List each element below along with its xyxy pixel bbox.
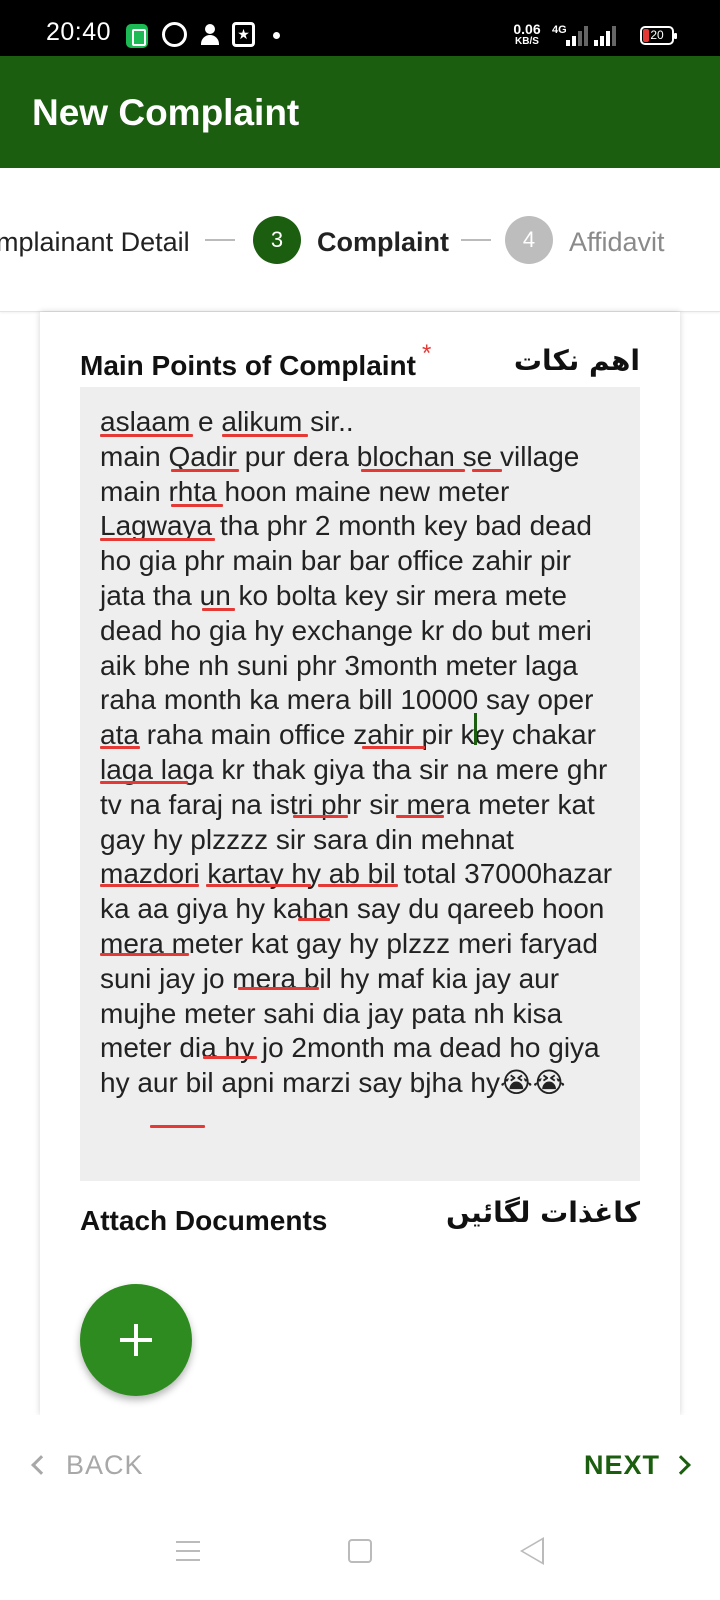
spellcheck-underline [293, 815, 348, 818]
signal-icon [566, 24, 592, 46]
whatsapp-icon [162, 22, 187, 47]
spellcheck-underline [171, 469, 239, 472]
network-speed-value: 0.06 [513, 21, 541, 37]
complaint-form-card: Main Points of Complaint * اھم نکات asla… [40, 312, 680, 1415]
back-label: BACK [66, 1449, 144, 1480]
main-points-label-urdu: اھم نکات [513, 344, 640, 377]
signal-icon [594, 24, 620, 46]
step-affidavit[interactable]: Affidavit [569, 227, 665, 258]
complaint-text-area[interactable]: aslaam e alikum sir.. main Qadir pur der… [80, 387, 640, 1181]
required-asterisk: * [422, 340, 432, 367]
spellcheck-underline [238, 987, 319, 990]
attach-documents-label-urdu: کاغذات لگائیں [445, 1196, 640, 1229]
network-speed: 0.06 KB/S [510, 22, 544, 47]
spellcheck-underline [206, 884, 311, 887]
next-button[interactable]: NEXT [584, 1445, 692, 1485]
battery-icon: 20 [640, 26, 677, 45]
step-complaint[interactable]: Complaint [317, 227, 449, 258]
step-3-circle[interactable]: 3 [253, 216, 301, 264]
step-connector [461, 239, 491, 241]
spellcheck-underline [100, 434, 193, 437]
spellcheck-underline [396, 815, 444, 818]
plus-icon [134, 1324, 138, 1356]
step-4-circle[interactable]: 4 [505, 216, 553, 264]
spellcheck-underline [361, 469, 465, 472]
chevron-right-icon [671, 1455, 691, 1475]
page-title: New Complaint [32, 92, 300, 133]
stepper[interactable]: mplainant Detail 3 Complaint 4 Affidavit [0, 168, 720, 312]
spellcheck-underline [100, 538, 215, 541]
spellcheck-underline [298, 918, 330, 921]
step-complainant-detail[interactable]: mplainant Detail [0, 227, 190, 258]
text-cursor [474, 713, 477, 745]
battery-level: 20 [650, 28, 664, 42]
attach-documents-label: Attach Documents [80, 1205, 328, 1236]
spellcheck-underline [171, 504, 223, 507]
home-icon[interactable] [348, 1539, 372, 1563]
message-icon [126, 24, 148, 48]
step-connector [205, 239, 235, 241]
app-bar: New Complaint [0, 56, 720, 168]
back-button[interactable]: BACK [28, 1445, 144, 1485]
spellcheck-underline [203, 1056, 257, 1059]
dot-icon [273, 32, 280, 39]
system-navigation-bar [0, 1515, 720, 1600]
network-speed-unit: KB/S [515, 36, 539, 47]
bottom-navigation: BACK NEXT [0, 1415, 720, 1515]
spellcheck-underline [362, 746, 425, 749]
add-user-icon [200, 22, 222, 48]
chevron-left-icon [31, 1455, 51, 1475]
spellcheck-underline [222, 434, 308, 437]
spellcheck-underline [472, 469, 502, 472]
status-time: 20:40 [46, 18, 112, 46]
status-bar: 20:40 ★ 0.06 KB/S 4G 20 [0, 0, 720, 56]
spellcheck-underline [202, 608, 235, 611]
spellcheck-underline [150, 1125, 205, 1128]
next-label: NEXT [583, 1449, 660, 1480]
menu-icon[interactable] [176, 1541, 200, 1561]
network-type: 4G [552, 24, 567, 36]
back-triangle-icon[interactable] [520, 1537, 544, 1565]
star-app-icon: ★ [232, 22, 255, 47]
add-document-button[interactable] [80, 1284, 192, 1396]
spellcheck-underline [100, 953, 189, 956]
spellcheck-underline [318, 884, 398, 887]
spellcheck-underline [100, 746, 140, 749]
main-points-label: Main Points of Complaint [80, 350, 416, 381]
spellcheck-underline [100, 884, 199, 887]
spellcheck-underline [100, 781, 188, 784]
